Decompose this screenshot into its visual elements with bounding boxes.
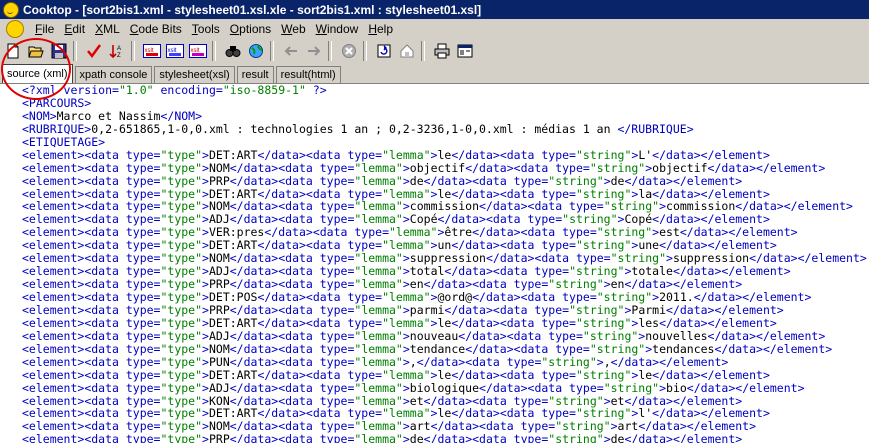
tab-result[interactable]: result (236, 66, 274, 83)
toolbar-separator (270, 41, 274, 61)
toolbar-separator (363, 41, 367, 61)
menu-code-bits[interactable]: Code Bits (125, 22, 187, 36)
toolbar-separator (73, 41, 77, 61)
find-icon[interactable] (222, 41, 243, 62)
properties-icon[interactable] (454, 41, 475, 62)
toolbar: AZ xslt xslt xslt (0, 39, 869, 63)
editor-gutter (0, 84, 20, 443)
validate-icon[interactable] (83, 41, 104, 62)
sort-icon[interactable]: AZ (106, 41, 127, 62)
tab-stylesheet-xsl[interactable]: stylesheet(xsl) (154, 66, 235, 83)
back-icon[interactable] (280, 41, 301, 62)
new-icon[interactable] (2, 41, 23, 62)
stop-icon[interactable] (338, 41, 359, 62)
title-bar: Cooktop - [sort2bis1.xml - stylesheet01.… (0, 0, 869, 19)
menu-window[interactable]: Window (311, 22, 364, 36)
toolbar-separator (328, 41, 332, 61)
document-menu-icon[interactable] (6, 20, 24, 38)
xslt-debug-icon[interactable]: xslt (187, 41, 208, 62)
toolbar-separator (421, 41, 425, 61)
svg-text:A: A (117, 46, 121, 52)
code-editor[interactable]: <?xml version="1.0" encoding="iso-8859-1… (0, 83, 869, 443)
xml-source-text[interactable]: <?xml version="1.0" encoding="iso-8859-1… (22, 84, 867, 443)
tab-xpath-console[interactable]: xpath console (74, 66, 153, 83)
menu-web[interactable]: Web (276, 22, 310, 36)
menu-options[interactable]: Options (225, 22, 276, 36)
menu-file[interactable]: File (30, 22, 59, 36)
refresh-icon[interactable] (373, 41, 394, 62)
save-icon[interactable] (48, 41, 69, 62)
tab-source-xml[interactable]: source (xml) (2, 64, 73, 83)
menu-xml[interactable]: XML (90, 22, 125, 36)
toolbar-separator (212, 41, 216, 61)
forward-icon[interactable] (303, 41, 324, 62)
tab-result-html[interactable]: result(html) (275, 66, 341, 83)
cooktop-app-icon[interactable] (3, 1, 19, 18)
menu-tools[interactable]: Tools (187, 22, 225, 36)
editor-tabs: source (xml) xpath console stylesheet(xs… (0, 63, 869, 83)
menu-help[interactable]: Help (363, 22, 398, 36)
window-title: Cooktop - [sort2bis1.xml - stylesheet01.… (23, 2, 482, 17)
print-icon[interactable] (431, 41, 452, 62)
menu-edit[interactable]: Edit (59, 22, 90, 36)
open-icon[interactable] (25, 41, 46, 62)
code-line: <RUBRIQUE>0,2-651865,1-0,0.xml : technol… (22, 121, 694, 136)
svg-text:Z: Z (117, 53, 121, 59)
menu-bar: File Edit XML Code Bits Tools Options We… (0, 19, 869, 39)
browser-icon[interactable] (245, 41, 266, 62)
toolbar-separator (131, 41, 135, 61)
xslt-run-icon[interactable]: xslt (141, 41, 162, 62)
xslt-output-icon[interactable]: xslt (164, 41, 185, 62)
home-icon[interactable] (396, 41, 417, 62)
code-line: <?xml version="1.0" encoding="iso-8859-1… (22, 83, 327, 97)
